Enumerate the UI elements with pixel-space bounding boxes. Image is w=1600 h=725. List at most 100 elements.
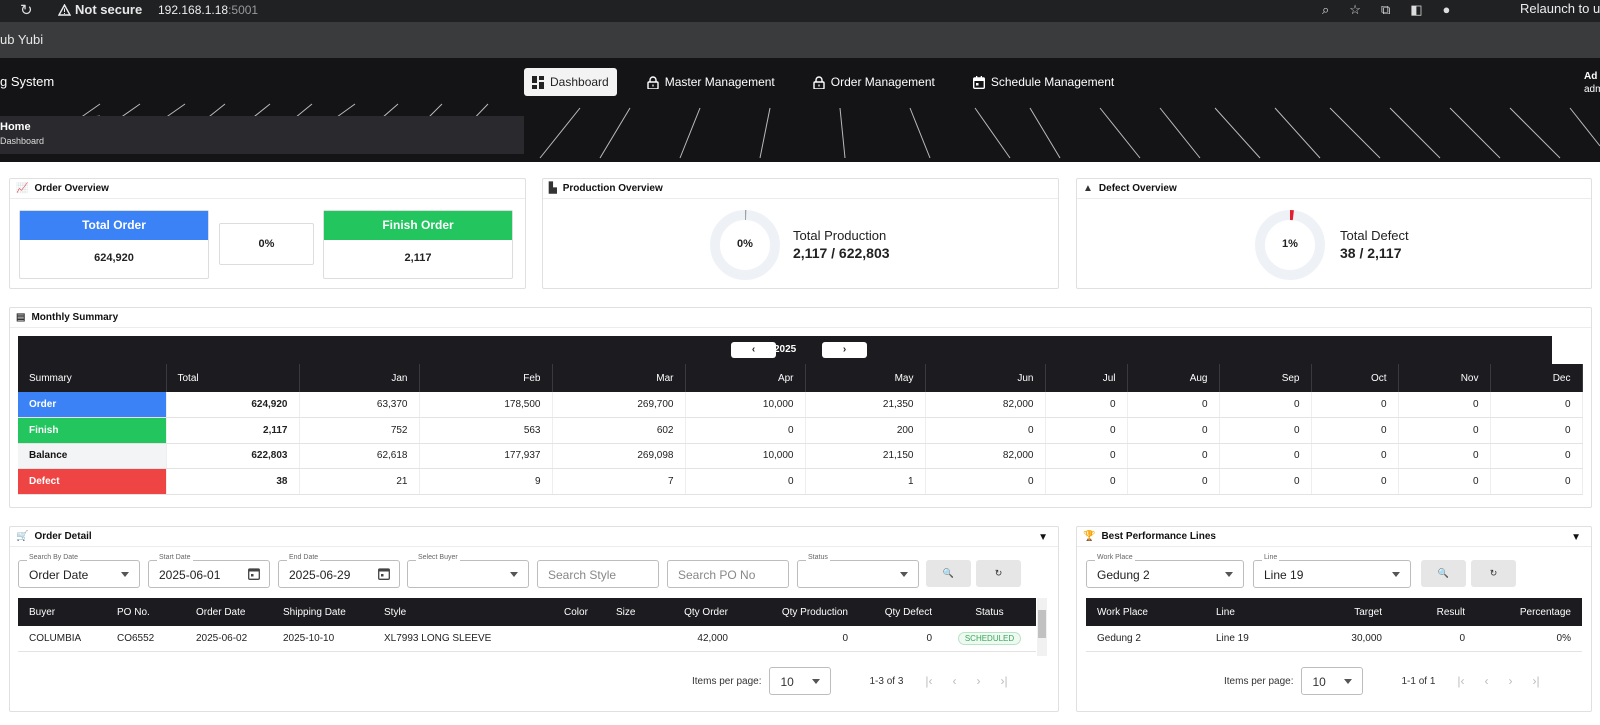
- dashboard-icon: [532, 75, 544, 89]
- month-cell: 21: [299, 468, 420, 495]
- bookmark-item[interactable]: ub Yubi: [0, 32, 43, 47]
- search-po-input[interactable]: Search PO No: [667, 560, 789, 588]
- search-by-date-select[interactable]: Search By Date Order Date: [18, 554, 140, 588]
- extensions-icon[interactable]: ⧉: [1381, 2, 1390, 18]
- filter-icon[interactable]: ▼: [1038, 532, 1048, 543]
- browser-toolbar: ↻ Not secure 192.168.1.18:5001 ⌕ ☆ ⧉ ◧ ●…: [0, 0, 1600, 22]
- scrollbar-thumb[interactable]: [1038, 610, 1046, 638]
- zoom-icon[interactable]: ⌕: [1322, 2, 1329, 18]
- page-nav: |‹ ‹ › ›|: [925, 674, 1007, 688]
- month-cell: 82,000: [925, 392, 1046, 418]
- nav-schedule-management[interactable]: Schedule Management: [965, 68, 1122, 96]
- column-header[interactable]: Status: [943, 598, 1036, 626]
- prev-page-icon[interactable]: ‹: [1485, 674, 1489, 688]
- start-date-field[interactable]: Start Date 2025-06-01: [148, 554, 270, 588]
- calendar-icon: ▤: [16, 312, 26, 323]
- column-header[interactable]: Buyer: [18, 598, 106, 626]
- status-select[interactable]: Status: [797, 554, 919, 588]
- reset-button[interactable]: ↻: [976, 560, 1021, 587]
- column-header[interactable]: Order Date: [185, 598, 272, 626]
- next-year-button[interactable]: ›: [822, 342, 867, 358]
- line-select[interactable]: Line Line 19: [1253, 554, 1411, 588]
- column-header[interactable]: Shipping Date: [272, 598, 373, 626]
- table-row[interactable]: Gedung 2 Line 19 30,000 0 0%: [1086, 626, 1582, 652]
- security-indicator[interactable]: Not secure: [58, 2, 142, 17]
- reset-button[interactable]: ↻: [1471, 560, 1516, 587]
- card-header: 📈 Order Overview: [10, 179, 525, 199]
- column-header[interactable]: Work Place: [1086, 598, 1205, 626]
- select-buyer[interactable]: Select Buyer: [407, 554, 529, 588]
- column-header[interactable]: Style: [373, 598, 553, 626]
- refresh-icon: ↻: [1489, 568, 1498, 578]
- column-header[interactable]: Line: [1205, 598, 1288, 626]
- nav-order-management[interactable]: Order Management: [805, 68, 943, 96]
- month-cell: 0: [1311, 392, 1399, 418]
- star-icon[interactable]: ☆: [1349, 2, 1361, 18]
- column-header[interactable]: Qty Order: [657, 598, 739, 626]
- breadcrumb-page: Dashboard: [0, 136, 45, 146]
- table-row[interactable]: COLUMBIA CO6552 2025-06-02 2025-10-10 XL7993…: [18, 626, 1036, 652]
- items-per-page-label: Items per page:: [692, 675, 762, 687]
- reload-icon[interactable]: ↻: [20, 1, 33, 19]
- nav-master-management[interactable]: Master Management: [639, 68, 783, 96]
- items-per-page-value: 10: [780, 675, 794, 689]
- column-header[interactable]: Result: [1393, 598, 1476, 626]
- filter-icon[interactable]: ▼: [1571, 532, 1581, 543]
- nav-label: Order Management: [830, 75, 935, 89]
- column-header[interactable]: Percentage: [1476, 598, 1582, 626]
- next-page-icon[interactable]: ›: [1509, 674, 1513, 688]
- workplace-select[interactable]: Work Place Gedung 2: [1086, 554, 1244, 588]
- column-header[interactable]: PO No.: [106, 598, 185, 626]
- column-header[interactable]: Target: [1288, 598, 1393, 626]
- order-detail-card: 🛒 Order Detail ▼ Search By Date Order Da…: [9, 526, 1059, 712]
- monthly-summary-table: Summary Total Jan Feb Mar Apr May Jun Jul Aug Sep O…: [18, 364, 1583, 495]
- month-cell: 200: [805, 417, 926, 444]
- first-page-icon[interactable]: |‹: [1457, 674, 1464, 688]
- card-title: Best Performance Lines: [1101, 531, 1216, 542]
- refresh-icon: ↻: [994, 568, 1003, 578]
- end-date-field[interactable]: End Date 2025-06-29: [278, 554, 400, 588]
- column-header[interactable]: Qty Production: [739, 598, 859, 626]
- chevron-down-icon: [121, 572, 129, 577]
- nav-dashboard[interactable]: Dashboard: [524, 68, 617, 96]
- card-header: 🏆 Best Performance Lines ▼: [1077, 527, 1591, 547]
- month-cell: 0: [1311, 468, 1399, 495]
- user-info[interactable]: Ad adm: [1584, 70, 1600, 96]
- production-value: 2,117 / 622,803: [793, 245, 890, 261]
- first-page-icon[interactable]: |‹: [925, 674, 932, 688]
- items-per-page-select[interactable]: 10: [769, 667, 832, 695]
- address-bar[interactable]: 192.168.1.18:5001: [158, 3, 258, 17]
- profile-icon[interactable]: ●: [1443, 2, 1451, 18]
- page-range: 1-3 of 3: [869, 675, 904, 687]
- calendar-icon[interactable]: [248, 567, 260, 580]
- warning-icon: ▲: [1083, 183, 1093, 194]
- last-page-icon[interactable]: ›|: [1001, 674, 1008, 688]
- column-header[interactable]: Qty Defect: [859, 598, 943, 626]
- search-button[interactable]: 🔍: [926, 560, 971, 587]
- card-title: Production Overview: [562, 183, 663, 194]
- vertical-scrollbar[interactable]: [1037, 598, 1047, 656]
- next-page-icon[interactable]: ›: [977, 674, 981, 688]
- table-header-row: Buyer PO No. Order Date Shipping Date Style C…: [18, 598, 1036, 626]
- cell-po: CO6552: [106, 626, 185, 652]
- last-page-icon[interactable]: ›|: [1533, 674, 1540, 688]
- column-header[interactable]: Size: [605, 598, 657, 626]
- search-button[interactable]: 🔍: [1421, 560, 1466, 587]
- sidepanel-icon[interactable]: ◧: [1410, 2, 1422, 18]
- column-header[interactable]: Color: [553, 598, 605, 626]
- card-title: Monthly Summary: [31, 312, 119, 323]
- column-header: Total: [166, 364, 300, 392]
- order-overview-card: 📈 Order Overview Total Order 624,920 0% …: [9, 178, 526, 289]
- month-cell: 0: [925, 417, 1046, 444]
- breadcrumb-home[interactable]: Home: [0, 121, 524, 133]
- search-icon: 🔍: [1437, 568, 1450, 578]
- calendar-icon[interactable]: [378, 567, 390, 580]
- items-per-page-select[interactable]: 10: [1301, 667, 1364, 695]
- cart-icon: 🛒: [16, 531, 29, 542]
- prev-page-icon[interactable]: ‹: [953, 674, 957, 688]
- search-style-input[interactable]: Search Style: [537, 560, 659, 588]
- prev-year-button[interactable]: ‹: [731, 342, 776, 358]
- page-nav: |‹ ‹ › ›|: [1457, 674, 1539, 688]
- relaunch-button[interactable]: Relaunch to u: [1520, 1, 1600, 16]
- column-header: Summary: [18, 364, 167, 392]
